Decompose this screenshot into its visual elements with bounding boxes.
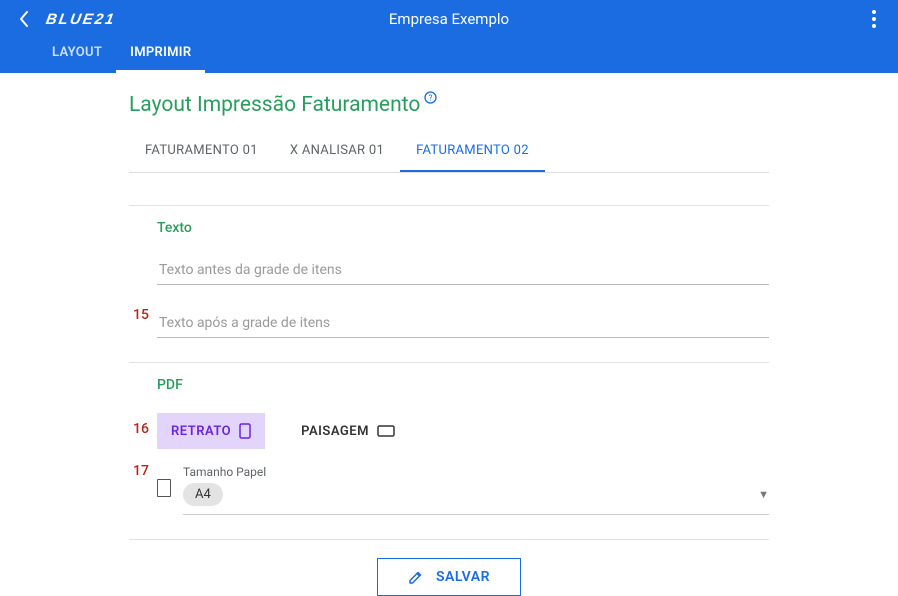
page: Layout Impressão Faturamento ? FATURAMEN… xyxy=(129,93,769,596)
paper-size-value: A4 xyxy=(183,483,223,506)
texto-apos-input[interactable]: Texto após a grade de itens xyxy=(157,309,769,338)
back-button[interactable] xyxy=(12,7,36,31)
divider xyxy=(129,539,769,540)
save-button-label: SALVAR xyxy=(436,569,490,585)
tab-faturamento-01[interactable]: FATURAMENTO 01 xyxy=(129,131,274,172)
tab-layout[interactable]: LAYOUT xyxy=(38,37,116,73)
paper-size-select[interactable]: A4 ▼ xyxy=(183,483,769,515)
orientation-paisagem[interactable]: PAISAGEM xyxy=(287,414,409,449)
page-title: Layout Impressão Faturamento xyxy=(129,93,420,117)
paisagem-label: PAISAGEM xyxy=(301,424,369,439)
annotation-16: 16 xyxy=(133,421,149,437)
tab-x-analisar-01[interactable]: X ANALISAR 01 xyxy=(274,131,400,172)
section-texto: Texto Texto antes da grade de itens 15 T… xyxy=(129,205,769,338)
paper-size-label: Tamanho Papel xyxy=(183,465,769,479)
more-button[interactable] xyxy=(862,7,886,31)
landscape-icon xyxy=(377,425,395,437)
app-bar: BLUE21 Empresa Exemplo LAYOUT IMPRIMIR xyxy=(0,0,898,73)
more-vert-icon xyxy=(872,10,876,28)
retrato-label: RETRATO xyxy=(171,424,231,439)
save-button[interactable]: SALVAR xyxy=(377,558,521,596)
tab-imprimir[interactable]: IMPRIMIR xyxy=(116,37,205,73)
orientation-retrato[interactable]: RETRATO xyxy=(157,413,265,449)
sub-tabs: FATURAMENTO 01 X ANALISAR 01 FATURAMENTO… xyxy=(129,131,769,173)
texto-antes-input[interactable]: Texto antes da grade de itens xyxy=(157,256,769,285)
section-head-pdf: PDF xyxy=(157,377,769,393)
annotation-15: 15 xyxy=(133,307,149,323)
paper-icon xyxy=(157,479,171,497)
section-head-texto: Texto xyxy=(157,220,769,236)
chevron-down-icon: ▼ xyxy=(758,488,769,501)
appbar-title: Empresa Exemplo xyxy=(0,10,898,28)
help-icon[interactable]: ? xyxy=(424,91,437,104)
chevron-left-icon xyxy=(19,11,29,27)
annotation-17: 17 xyxy=(133,463,149,479)
portrait-icon xyxy=(239,423,251,439)
section-pdf: PDF 16 RETRATO PAISAGEM xyxy=(129,362,769,515)
logo: BLUE21 xyxy=(45,11,118,28)
edit-icon xyxy=(408,569,424,585)
tab-faturamento-02[interactable]: FATURAMENTO 02 xyxy=(400,131,545,172)
top-tabs: LAYOUT IMPRIMIR xyxy=(0,38,898,73)
svg-text:?: ? xyxy=(429,94,433,103)
